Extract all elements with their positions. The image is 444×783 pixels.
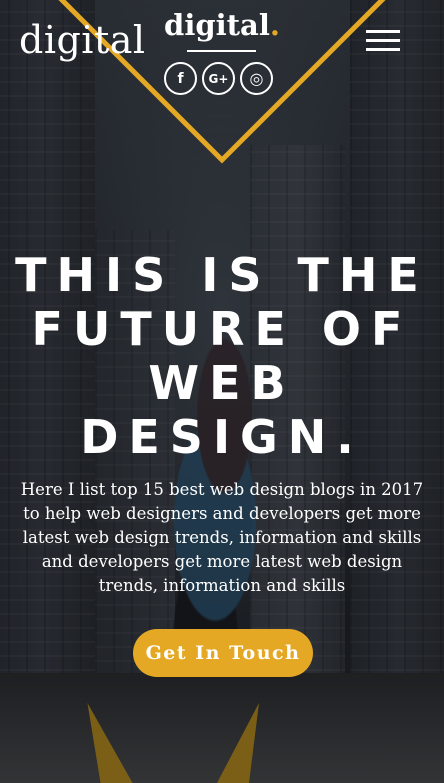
hamburger-menu-icon[interactable]	[366, 30, 400, 52]
headline-line: WEB	[148, 356, 296, 410]
facebook-icon[interactable]: f	[164, 62, 197, 95]
social-links: f G+ ◎	[164, 62, 273, 95]
headline-line: THIS IS THE	[15, 248, 429, 302]
hero-headline: THIS IS THE FUTURE OF WEB DESIGN.	[0, 248, 444, 464]
get-in-touch-button[interactable]: Get In Touch	[133, 629, 313, 677]
hero-description: Here I list top 15 best web design blogs…	[20, 480, 424, 595]
hero-section: digital digital. f G+ ◎ THIS IS THE FUTU…	[0, 0, 444, 783]
google-plus-icon[interactable]: G+	[202, 62, 235, 95]
logo-center-text: digital	[164, 8, 270, 42]
instagram-icon[interactable]: ◎	[240, 62, 273, 95]
logo-underline	[187, 50, 256, 52]
headline-line: DESIGN.	[80, 410, 364, 464]
headline-line: FUTURE OF	[31, 302, 413, 356]
logo-center-dot: .	[269, 8, 280, 42]
